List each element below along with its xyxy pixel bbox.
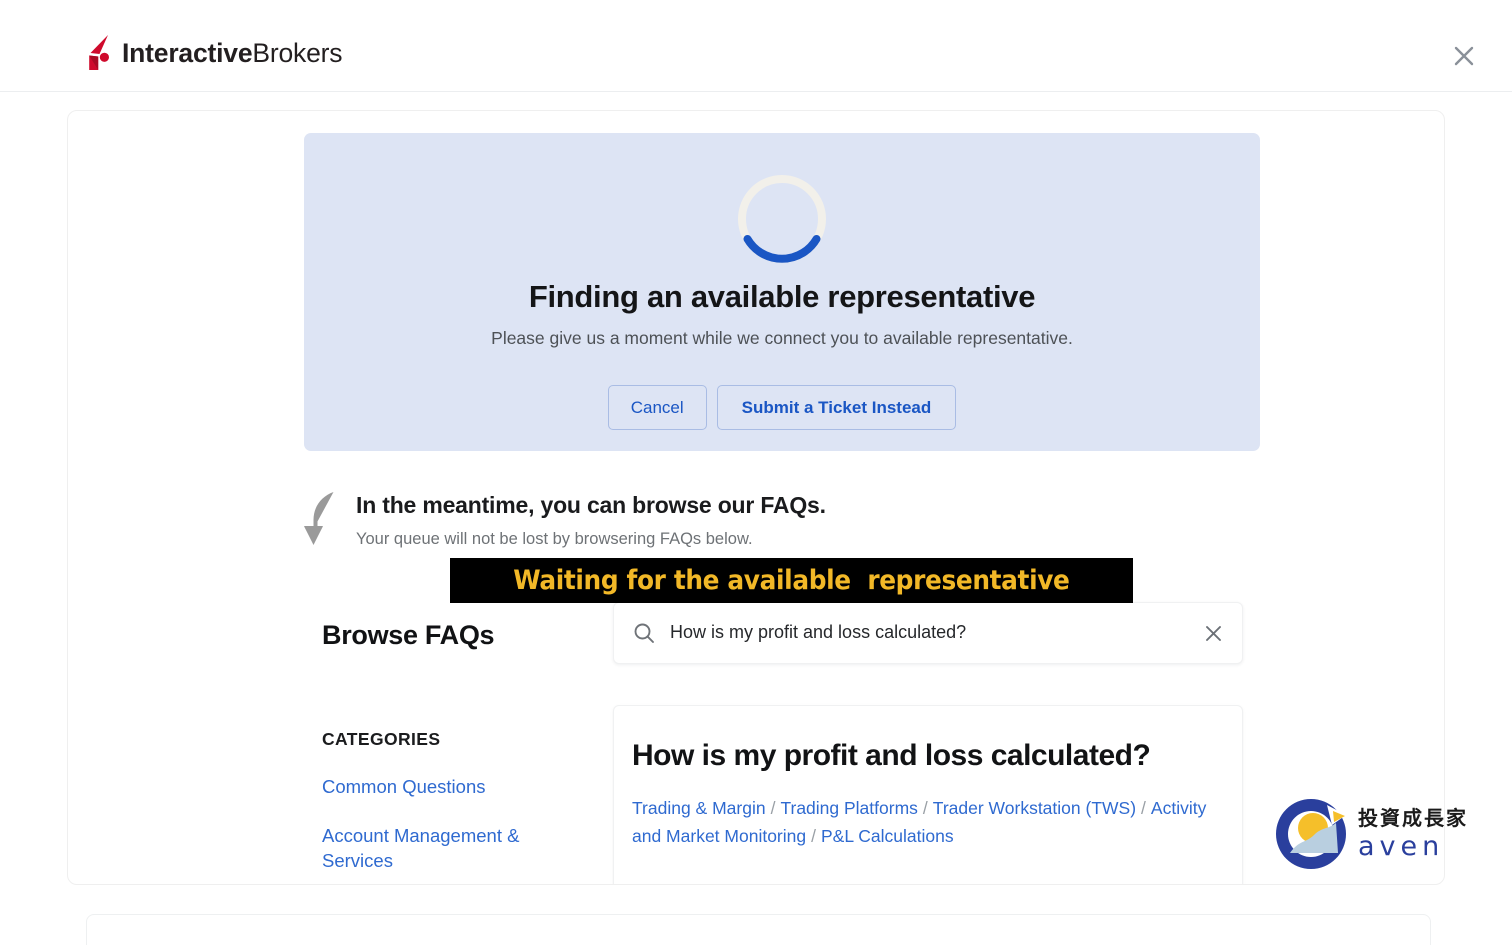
breadcrumb: Trading & Margin / Trading Platforms / Trade… [632,794,1216,850]
chat-panel: Finding an available representative Plea… [67,110,1445,885]
breadcrumb-separator: / [811,826,816,846]
breadcrumb-item-1[interactable]: Trading Platforms [780,798,917,818]
lower-panel [86,914,1431,945]
close-icon [1453,45,1475,67]
aven-logo-icon [1272,795,1350,873]
submit-ticket-button[interactable]: Submit a Ticket Instead [716,385,957,430]
annotation-banner: Waiting for the available representative [450,558,1133,603]
curved-down-arrow-icon [300,489,346,551]
annotation-text: Waiting for the available representative [513,565,1070,596]
cancel-button[interactable]: Cancel [607,385,707,430]
watermark-latin: aven [1358,831,1445,862]
brand-name-regular: Brokers [252,37,343,68]
queue-actions: Cancel Submit a Ticket Instead [304,385,1260,430]
browse-faqs-title: Browse FAQs [322,620,495,650]
breadcrumb-separator: / [770,798,776,818]
meantime-block: In the meantime, you can browse our FAQs… [300,479,826,551]
breadcrumb-item-0[interactable]: Trading & Margin [632,798,766,818]
faq-categories: CATEGORIES Common Questions Account Mana… [322,729,584,873]
breadcrumb-separator: / [1141,798,1146,818]
watermark-chinese: 投資成長家 [1358,806,1468,830]
meantime-title: In the meantime, you can browse our FAQs… [356,492,826,518]
faq-search-input[interactable] [670,622,1200,644]
breadcrumb-separator: / [922,798,928,818]
brand-name: InteractiveBrokers [122,40,342,67]
category-link-account-management[interactable]: Account Management & Services [322,823,584,873]
breadcrumb-item-2[interactable]: Trader Workstation (TWS) [933,798,1136,818]
meantime-text: In the meantime, you can browse our FAQs… [356,479,826,550]
watermark: 投資成長家 aven [1272,793,1480,875]
brand-logo: InteractiveBrokers [86,33,342,73]
close-button[interactable] [1446,38,1482,74]
breadcrumb-item-4[interactable]: P&L Calculations [821,826,954,846]
brand-name-bold: Interactive [122,37,253,68]
queue-title: Finding an available representative [528,279,1036,314]
meantime-subtitle: Your queue will not be lost by browserin… [356,529,753,548]
page-root: InteractiveBrokers Finding an available … [0,0,1512,945]
categories-heading: CATEGORIES [322,729,441,749]
loading-spinner-icon [734,171,830,267]
interactive-brokers-logo-icon [86,35,113,71]
faq-search-box[interactable] [613,602,1243,664]
category-link-common-questions[interactable]: Common Questions [322,774,584,799]
faq-answer-title: How is my profit and loss calculated? [632,739,1151,772]
queue-subtitle: Please give us a moment while we connect… [491,328,1073,348]
watermark-text: 投資成長家 aven [1358,808,1468,860]
top-bar: InteractiveBrokers [0,0,1512,92]
search-icon [632,621,656,645]
clear-search-button[interactable] [1200,620,1226,646]
queue-status-card: Finding an available representative Plea… [304,133,1260,451]
faq-answer-card: How is my profit and loss calculated? Tr… [613,705,1243,884]
